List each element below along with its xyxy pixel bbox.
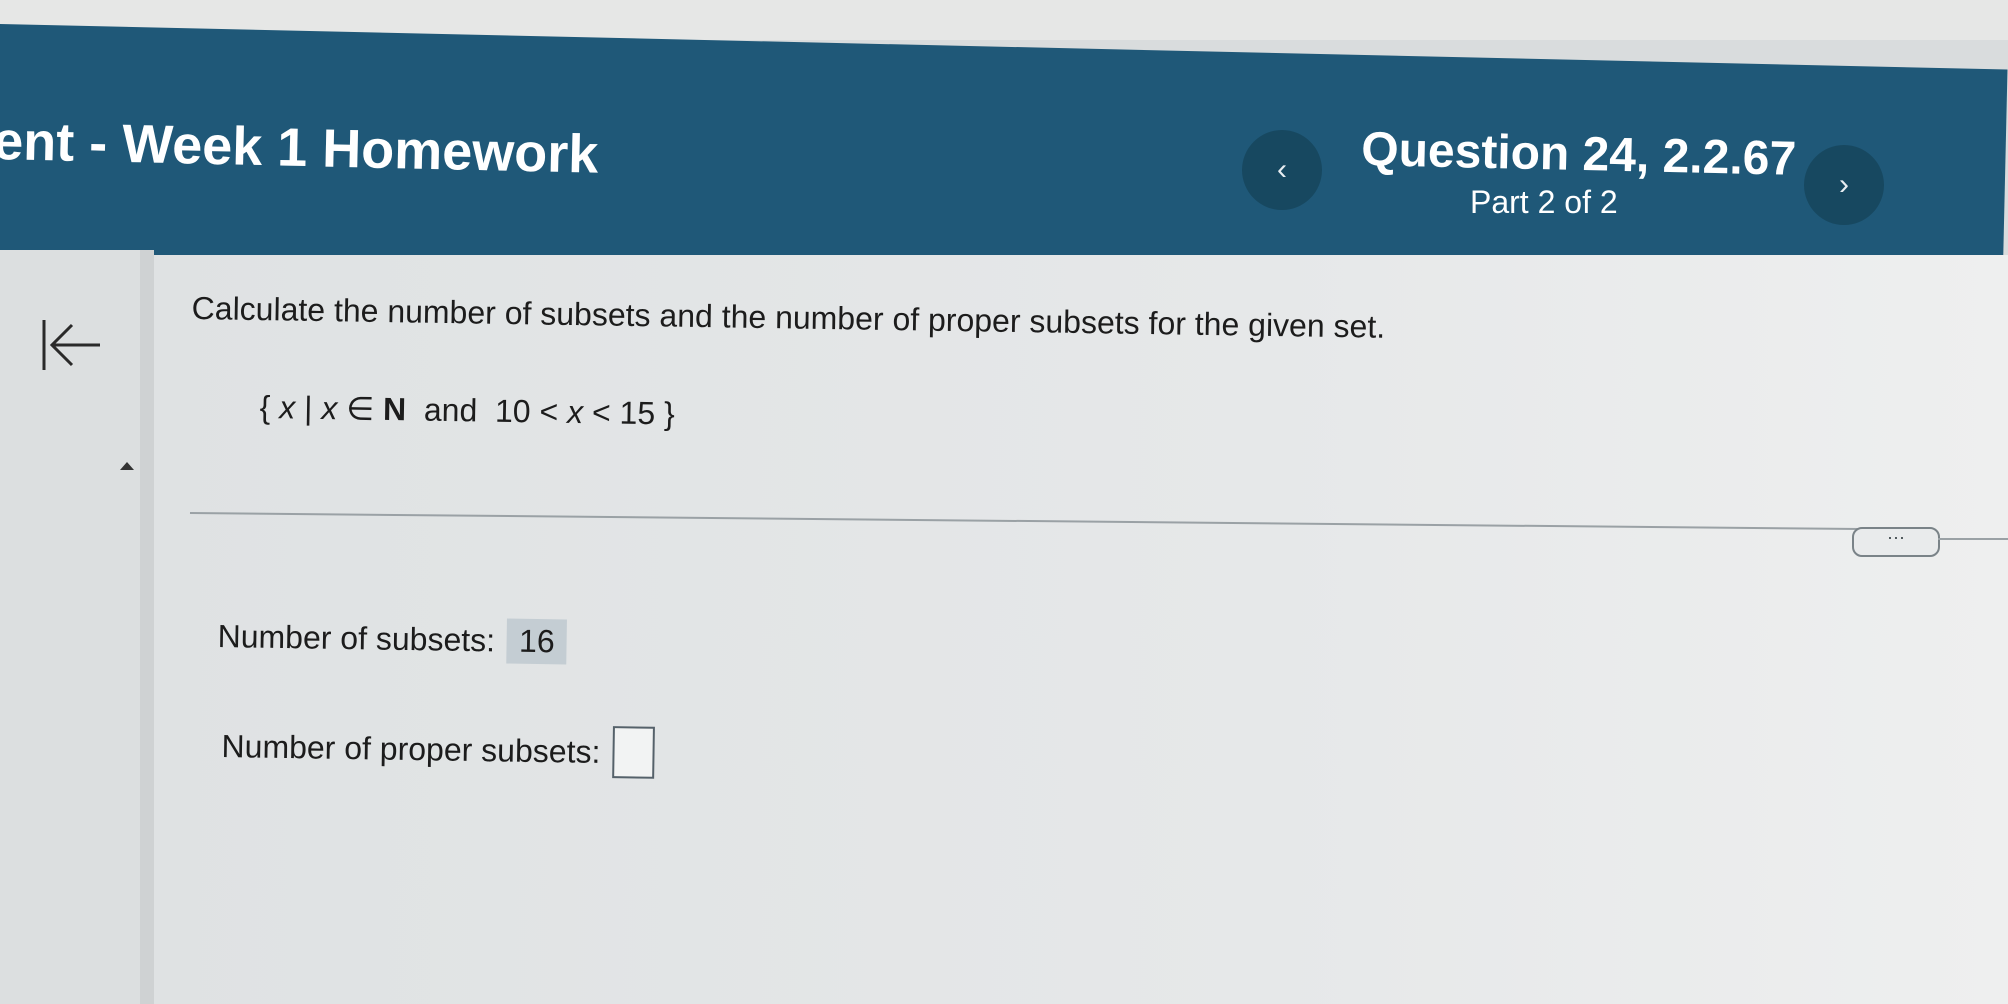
answer-row-proper-subsets: Number of proper subsets: <box>221 720 655 779</box>
set-variable: x <box>278 389 296 426</box>
subsets-answer-field[interactable]: 16 <box>506 618 568 665</box>
proper-subsets-label: Number of proper subsets: <box>221 727 601 770</box>
natural-numbers-symbol: N <box>382 390 407 428</box>
question-number: Question 24, 2.2.67 <box>1360 122 1797 186</box>
upper-bound: 15 <box>619 394 656 432</box>
more-options-button[interactable]: ··· <box>1852 527 1940 557</box>
set-brace-close: } <box>663 395 676 432</box>
proper-subsets-input[interactable] <box>611 726 655 779</box>
answer-row-subsets: Number of subsets: 16 <box>217 614 568 665</box>
next-question-button[interactable]: › <box>1804 145 1884 225</box>
set-separator: | <box>303 389 313 426</box>
previous-question-button[interactable]: ‹ <box>1242 130 1322 210</box>
set-conjunction: and <box>423 391 478 429</box>
collapse-arrow-icon[interactable] <box>120 462 134 470</box>
subsets-label: Number of subsets: <box>217 617 496 659</box>
less-than-symbol: < <box>539 393 559 430</box>
chevron-left-icon: ‹ <box>1277 153 1287 186</box>
set-brace-open: { <box>259 388 271 426</box>
set-expression: { x | x ∈ N and 10 < x < 15 } <box>259 388 675 433</box>
section-divider-right <box>1938 538 2008 540</box>
set-variable: x <box>566 393 584 431</box>
back-to-list-button[interactable] <box>38 310 108 380</box>
lower-bound: 10 <box>494 392 531 430</box>
less-than-symbol: < <box>591 394 611 431</box>
arrow-left-bar-icon <box>42 320 100 370</box>
element-of-symbol: ∈ <box>345 390 375 427</box>
part-indicator: Part 2 of 2 <box>1470 184 1618 220</box>
panel-divider[interactable] <box>140 250 154 1004</box>
chevron-right-icon: › <box>1839 168 1849 201</box>
set-variable: x <box>321 389 338 427</box>
